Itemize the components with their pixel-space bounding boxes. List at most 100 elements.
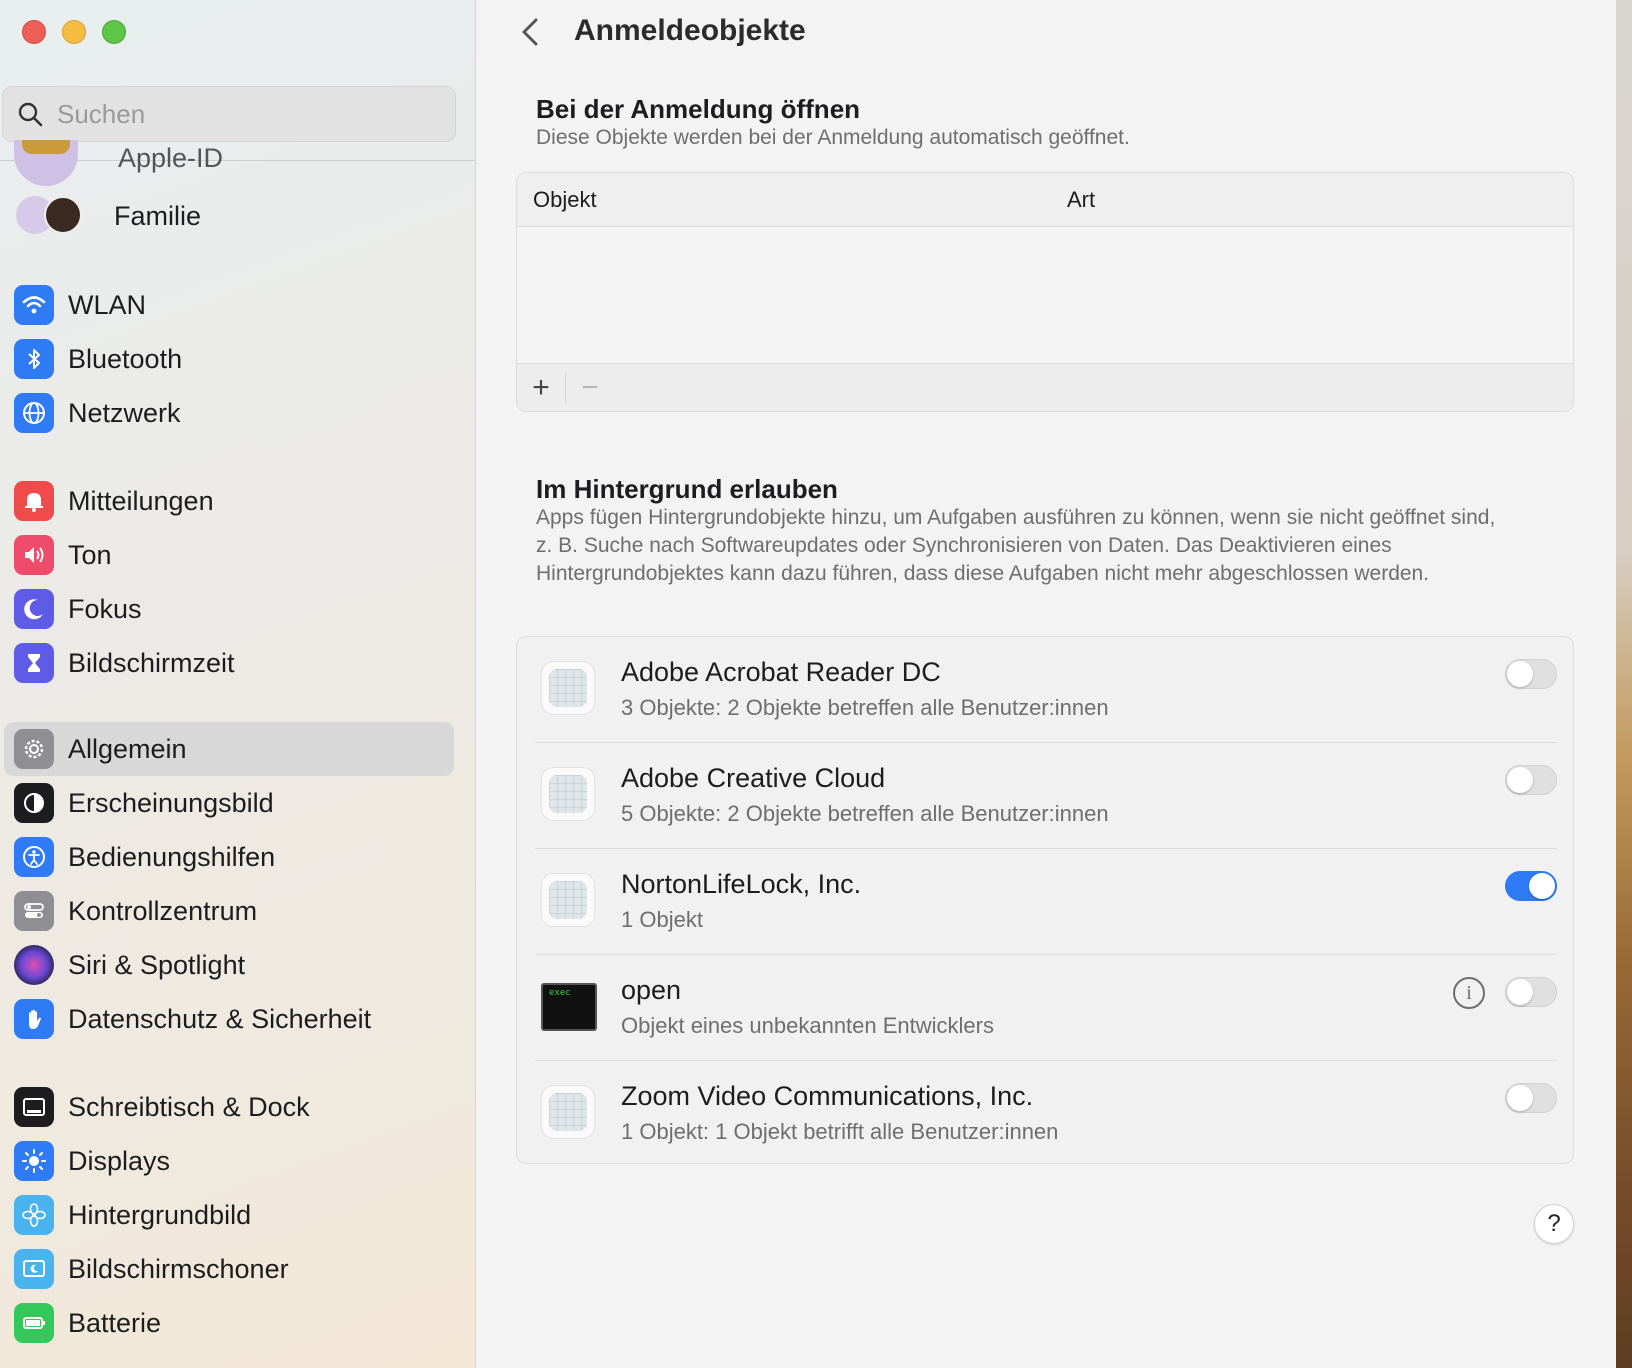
sidebar-item-hintergrundbild[interactable]: Hintergrundbild bbox=[4, 1188, 454, 1242]
table-body-empty bbox=[517, 227, 1573, 363]
sidebar-item-bildschirmschoner[interactable]: Bildschirmschoner bbox=[4, 1242, 454, 1296]
app-placeholder-icon bbox=[541, 873, 595, 927]
siri-icon bbox=[14, 945, 54, 985]
background-section-title: Im Hintergrund erlauben bbox=[536, 474, 838, 504]
sidebar: Suchen Apple-ID Familie WLAN Bluetooth N… bbox=[0, 0, 476, 1368]
toggle-open[interactable] bbox=[1505, 977, 1557, 1007]
toggle-nortonlifelock[interactable] bbox=[1505, 871, 1557, 901]
item-name: Adobe Creative Cloud bbox=[621, 763, 886, 793]
sidebar-item-bildschirmzeit[interactable]: Bildschirmzeit bbox=[4, 636, 454, 690]
list-item: exec open Objekt eines unbekannten Entwi… bbox=[517, 955, 1575, 1061]
login-items-table: Objekt Art + − bbox=[516, 172, 1574, 412]
sidebar-item-label: Bedienungshilfen bbox=[68, 841, 276, 872]
sidebar-item-netzwerk[interactable]: Netzwerk bbox=[4, 386, 454, 440]
sidebar-item-batterie[interactable]: Batterie bbox=[4, 1296, 454, 1350]
app-placeholder-icon bbox=[541, 1085, 595, 1139]
search-input[interactable]: Suchen bbox=[2, 86, 456, 142]
sidebar-item-label: Bildschirmschoner bbox=[68, 1253, 289, 1284]
hand-icon bbox=[14, 999, 54, 1039]
help-button[interactable]: ? bbox=[1534, 1204, 1574, 1244]
flower-icon bbox=[14, 1195, 54, 1235]
sidebar-item-apple-id[interactable]: Apple-ID bbox=[14, 140, 223, 186]
sun-icon bbox=[14, 1141, 54, 1181]
battery-icon bbox=[14, 1303, 54, 1343]
close-window-button[interactable] bbox=[22, 20, 46, 44]
search-placeholder: Suchen bbox=[57, 98, 146, 129]
page-title: Anmeldeobjekte bbox=[574, 14, 806, 47]
avatar bbox=[14, 140, 78, 186]
speaker-icon bbox=[14, 535, 54, 575]
sidebar-item-siri-spotlight[interactable]: Siri & Spotlight bbox=[4, 938, 454, 992]
table-header: Objekt Art bbox=[517, 173, 1573, 227]
sidebar-item-datenschutz[interactable]: Datenschutz & Sicherheit bbox=[4, 992, 454, 1046]
list-item: Adobe Creative Cloud 5 Objekte: 2 Objekt… bbox=[517, 743, 1575, 849]
toggle-adobe-creative-cloud[interactable] bbox=[1505, 765, 1557, 795]
sidebar-item-familie[interactable]: Familie bbox=[14, 196, 201, 236]
sidebar-item-label: Mitteilungen bbox=[68, 485, 214, 516]
toggle-adobe-acrobat[interactable] bbox=[1505, 659, 1557, 689]
app-placeholder-icon bbox=[541, 767, 595, 821]
hourglass-icon bbox=[14, 643, 54, 683]
sidebar-item-label: Netzwerk bbox=[68, 397, 181, 428]
sidebar-item-bedienungshilfen[interactable]: Bedienungshilfen bbox=[4, 830, 454, 884]
sidebar-item-ton[interactable]: Ton bbox=[4, 528, 454, 582]
sidebar-item-label: Hintergrundbild bbox=[68, 1199, 252, 1230]
background-items-list: Adobe Acrobat Reader DC 3 Objekte: 2 Obj… bbox=[516, 636, 1574, 1164]
sidebar-item-label: Erscheinungsbild bbox=[68, 787, 274, 818]
wifi-icon bbox=[14, 285, 54, 325]
avatar bbox=[44, 196, 82, 234]
family-avatars bbox=[14, 196, 84, 236]
background-section-description: Apps fügen Hintergrundobjekte hinzu, um … bbox=[536, 506, 1496, 585]
item-detail: 3 Objekte: 2 Objekte betreffen alle Benu… bbox=[621, 695, 1109, 720]
toggle-zoom[interactable] bbox=[1505, 1083, 1557, 1113]
sidebar-item-wlan[interactable]: WLAN bbox=[4, 278, 454, 332]
list-item: Adobe Acrobat Reader DC 3 Objekte: 2 Obj… bbox=[517, 637, 1575, 743]
sidebar-item-kontrollzentrum[interactable]: Kontrollzentrum bbox=[4, 884, 454, 938]
sidebar-item-schreibtisch-dock[interactable]: Schreibtisch & Dock bbox=[4, 1080, 454, 1134]
item-detail: 5 Objekte: 2 Objekte betreffen alle Benu… bbox=[621, 801, 1109, 826]
accessibility-icon bbox=[14, 837, 54, 877]
sidebar-item-bluetooth[interactable]: Bluetooth bbox=[4, 332, 454, 386]
desktop-background-edge bbox=[1616, 0, 1632, 1368]
sidebar-item-label: WLAN bbox=[68, 289, 147, 320]
sidebar-item-label: Schreibtisch & Dock bbox=[68, 1091, 310, 1122]
sidebar-item-fokus[interactable]: Fokus bbox=[4, 582, 454, 636]
app-placeholder-icon bbox=[541, 661, 595, 715]
sidebar-item-label: Siri & Spotlight bbox=[68, 949, 246, 980]
sidebar-item-erscheinungsbild[interactable]: Erscheinungsbild bbox=[4, 776, 454, 830]
sidebar-item-label: Apple-ID bbox=[118, 142, 224, 173]
column-header-objekt[interactable]: Objekt bbox=[533, 187, 597, 213]
sidebar-item-label: Familie bbox=[114, 200, 202, 231]
minimize-window-button[interactable] bbox=[62, 20, 86, 44]
toolbar: Anmeldeobjekte bbox=[476, 0, 1616, 64]
back-chevron-icon[interactable] bbox=[516, 14, 546, 50]
sidebar-item-label: Displays bbox=[68, 1145, 171, 1176]
zoom-window-button[interactable] bbox=[102, 20, 126, 44]
login-section-subtitle: Diese Objekte werden bei der Anmeldung a… bbox=[536, 126, 1130, 149]
dock-icon bbox=[14, 1087, 54, 1127]
column-header-art[interactable]: Art bbox=[1067, 187, 1095, 213]
info-icon[interactable]: i bbox=[1453, 977, 1485, 1009]
bluetooth-icon bbox=[14, 339, 54, 379]
sidebar-item-mitteilungen[interactable]: Mitteilungen bbox=[4, 474, 454, 528]
add-login-item-button[interactable]: + bbox=[517, 364, 565, 412]
item-name: Zoom Video Communications, Inc. bbox=[621, 1081, 1034, 1111]
item-name: Adobe Acrobat Reader DC bbox=[621, 657, 941, 687]
window-controls bbox=[22, 20, 126, 44]
sidebar-item-label: Datenschutz & Sicherheit bbox=[68, 1003, 372, 1034]
sidebar-item-label: Ton bbox=[68, 539, 112, 570]
table-footer: + − bbox=[517, 363, 1573, 411]
sidebar-item-allgemein[interactable]: Allgemein bbox=[4, 722, 454, 776]
item-name: NortonLifeLock, Inc. bbox=[621, 869, 862, 899]
sidebar-item-displays[interactable]: Displays bbox=[4, 1134, 454, 1188]
gear-icon bbox=[14, 729, 54, 769]
remove-login-item-button[interactable]: − bbox=[566, 364, 614, 412]
item-detail: 1 Objekt bbox=[621, 907, 703, 932]
terminal-exec-icon: exec bbox=[541, 983, 597, 1031]
item-detail: 1 Objekt: 1 Objekt betrifft alle Benutze… bbox=[621, 1119, 1059, 1144]
bell-icon bbox=[14, 481, 54, 521]
item-detail: Objekt eines unbekannten Entwicklers bbox=[621, 1013, 994, 1038]
list-item: NortonLifeLock, Inc. 1 Objekt bbox=[517, 849, 1575, 955]
main-panel: Anmeldeobjekte Bei der Anmeldung öffnen … bbox=[476, 0, 1616, 1368]
moon-icon bbox=[14, 589, 54, 629]
